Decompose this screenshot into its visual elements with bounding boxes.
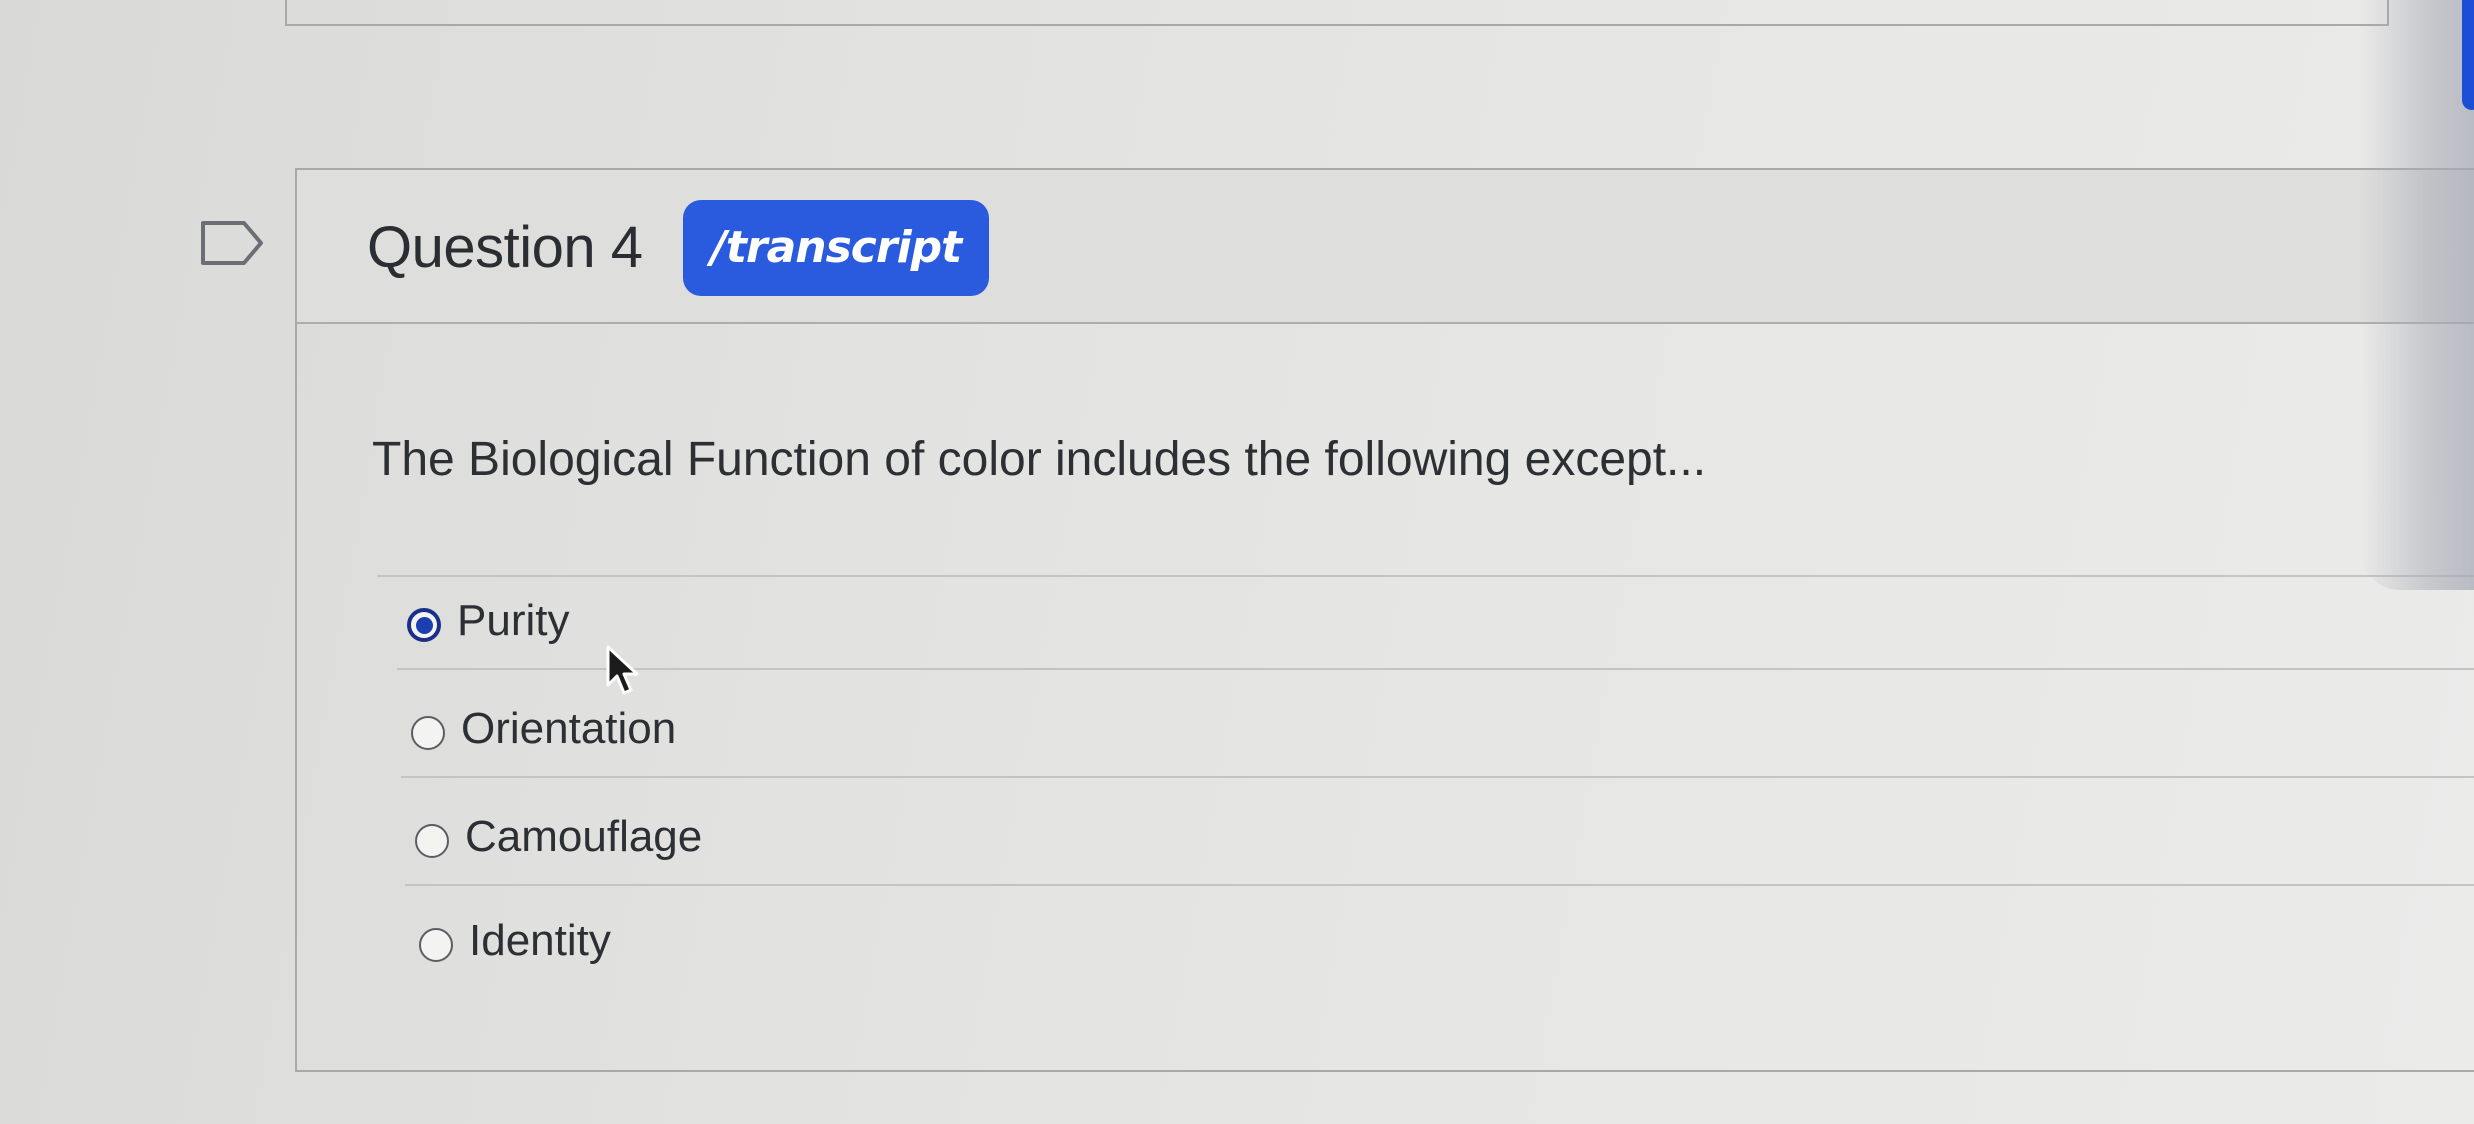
window-edge — [2462, 0, 2474, 110]
answer-option[interactable]: Orientation — [401, 688, 2474, 778]
flag-outline-icon[interactable] — [200, 220, 264, 266]
answer-option[interactable]: Identity — [409, 900, 2474, 990]
answer-label: Purity — [457, 596, 570, 645]
question-card: Question 4 /transcript The Biological Fu… — [295, 168, 2474, 1072]
previous-question-card — [285, 0, 2389, 26]
answer-label: Orientation — [461, 704, 677, 753]
divider — [377, 575, 2474, 577]
screen-edge-shadow — [2360, 0, 2474, 590]
transcript-button[interactable]: /transcript — [683, 200, 989, 296]
question-prompt: The Biological Function of color include… — [372, 433, 1707, 486]
answer-label: Camouflage — [465, 812, 703, 861]
radio-button[interactable] — [411, 716, 445, 750]
divider — [401, 776, 2474, 778]
radio-button[interactable] — [419, 928, 453, 962]
answer-option[interactable]: Purity — [397, 580, 2474, 670]
divider — [397, 668, 2474, 670]
mouse-pointer-icon — [606, 645, 639, 695]
question-title: Question 4 — [367, 215, 643, 280]
divider — [405, 884, 2474, 886]
answer-option[interactable]: Camouflage — [405, 796, 2474, 886]
question-header: Question 4 /transcript — [297, 170, 2474, 324]
radio-button[interactable] — [415, 824, 449, 858]
answer-label: Identity — [469, 916, 611, 965]
quiz-page: Question 4 /transcript The Biological Fu… — [0, 0, 2474, 1124]
radio-button-selected[interactable] — [407, 608, 441, 642]
